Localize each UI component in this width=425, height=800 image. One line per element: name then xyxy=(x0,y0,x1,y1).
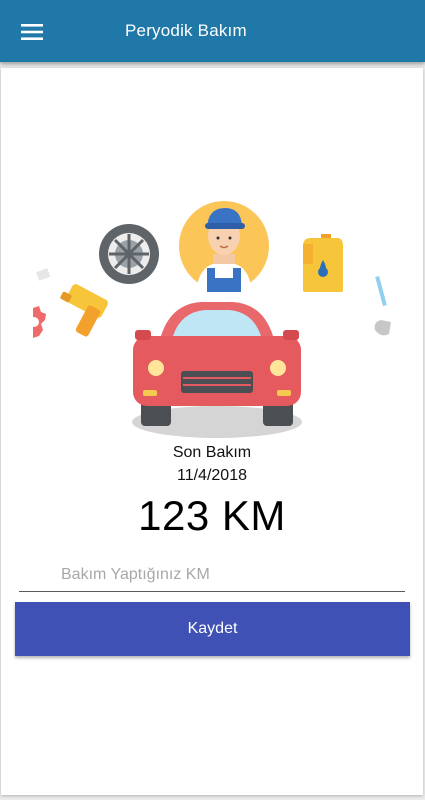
content-card: Son Bakım 11/4/2018 123 KM Kaydet xyxy=(1,68,423,795)
km-input[interactable] xyxy=(19,558,405,592)
save-button[interactable]: Kaydet xyxy=(15,602,410,656)
tire-icon xyxy=(99,224,159,284)
gear-icon xyxy=(29,306,46,338)
maintenance-illustration xyxy=(29,201,391,438)
app-bar: Peryodik Bakım xyxy=(0,0,425,62)
spray-gun-icon xyxy=(60,284,108,337)
mechanic-icon xyxy=(179,201,269,292)
last-maintenance-date: 11/4/2018 xyxy=(177,467,247,484)
car-icon xyxy=(132,302,302,438)
last-maintenance-label: Son Bakım xyxy=(172,444,252,461)
menu-icon[interactable] xyxy=(14,16,50,48)
oil-can-icon xyxy=(303,234,343,292)
tag-icon xyxy=(35,268,51,281)
wrench-icon xyxy=(374,275,391,336)
km-value: 123 KM xyxy=(138,492,286,539)
app-title: Peryodik Bakım xyxy=(125,21,247,40)
